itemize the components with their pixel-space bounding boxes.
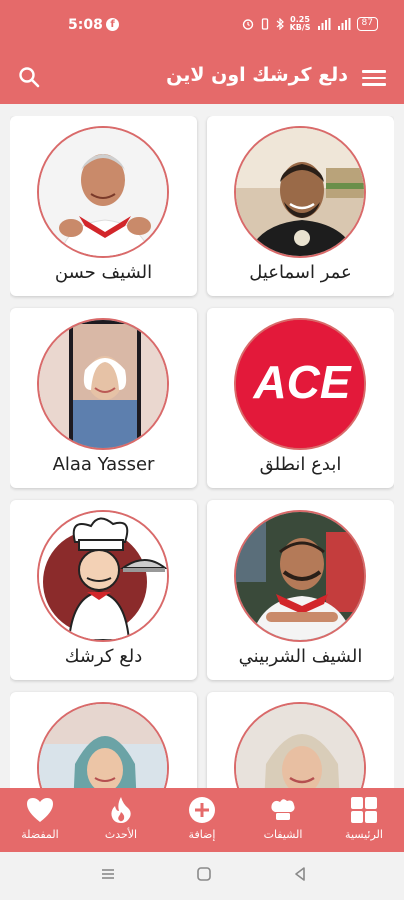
chef-card[interactable]: الشيف الشربيني — [207, 500, 394, 680]
nav-home-label: الرئيسية — [345, 828, 383, 841]
chef-avatar — [234, 126, 366, 258]
app-title: دلع كرشك اون لاين — [166, 64, 348, 86]
chef-avatar — [37, 510, 169, 642]
recents-icon[interactable] — [100, 866, 116, 886]
chef-avatar — [234, 702, 366, 788]
chef-card[interactable]: ACE ابدع انطلق — [207, 308, 394, 488]
ace-logo-text: ACE — [252, 356, 351, 408]
fire-icon — [111, 797, 131, 823]
bluetooth-icon — [276, 18, 284, 30]
chefs-grid: عمر اسماعيل الشيف حسن ACE ابدع انطلق Ala… — [10, 116, 394, 788]
chef-card[interactable]: دلع كرشك — [10, 500, 197, 680]
alarm-icon — [242, 19, 253, 30]
nav-chefs-label: الشيفات — [263, 828, 303, 841]
chef-name: الشيف الشربيني — [238, 646, 363, 667]
chef-name: ابدع انطلق — [259, 454, 342, 475]
chef-avatar — [37, 318, 169, 450]
heart-icon — [27, 798, 53, 822]
home-button-icon[interactable] — [196, 866, 212, 886]
chef-card[interactable] — [207, 692, 394, 788]
battery-indicator: 87 — [356, 17, 378, 31]
nav-favorites[interactable]: المفضلة — [8, 796, 72, 841]
add-circle-icon — [189, 797, 215, 823]
chef-name: دلع كرشك — [64, 646, 143, 667]
status-time: 5:08 — [68, 17, 103, 33]
nav-latest-label: الأحدث — [104, 828, 138, 841]
network-speed: 0.25 KB/S — [289, 15, 311, 32]
chef-avatar — [37, 702, 169, 788]
nav-add-label: إضافة — [188, 828, 216, 841]
menu-icon[interactable] — [362, 66, 386, 88]
bottom-navigation: الرئيسية الشيفات إضافة الأحدث المفضلة — [0, 788, 404, 852]
system-navigation-bar — [0, 852, 404, 900]
nav-favorites-label: المفضلة — [21, 828, 59, 841]
facebook-notification-icon: f — [106, 18, 119, 31]
chef-card[interactable]: الشيف حسن — [10, 116, 197, 296]
chef-card[interactable]: عمر اسماعيل — [207, 116, 394, 296]
chef-name: عمر اسماعيل — [249, 262, 352, 283]
chef-name: Alaa Yasser — [52, 454, 155, 475]
chef-hat-icon — [271, 799, 295, 820]
search-icon[interactable] — [16, 64, 42, 90]
chef-avatar: ACE — [234, 318, 366, 450]
nav-latest[interactable]: الأحدث — [89, 796, 153, 841]
vibrate-icon — [261, 18, 268, 30]
nav-home[interactable]: الرئيسية — [332, 796, 396, 841]
nav-add[interactable]: إضافة — [170, 796, 234, 841]
status-bar: 5:08 f 0.25 KB/S 87 — [0, 0, 404, 52]
nav-chefs[interactable]: الشيفات — [251, 796, 315, 841]
chef-avatar — [234, 510, 366, 642]
chef-card[interactable]: Alaa Yasser — [10, 308, 197, 488]
cell-signal-icon — [337, 18, 351, 30]
grid-home-icon — [351, 797, 377, 823]
wifi-signal-icon — [317, 18, 331, 30]
status-icons: 0.25 KB/S 87 — [242, 16, 378, 32]
chef-card[interactable] — [10, 692, 197, 788]
chef-avatar — [37, 126, 169, 258]
chef-name: الشيف حسن — [54, 262, 153, 283]
app-bar: دلع كرشك اون لاين — [0, 52, 404, 104]
back-icon[interactable] — [292, 866, 308, 886]
